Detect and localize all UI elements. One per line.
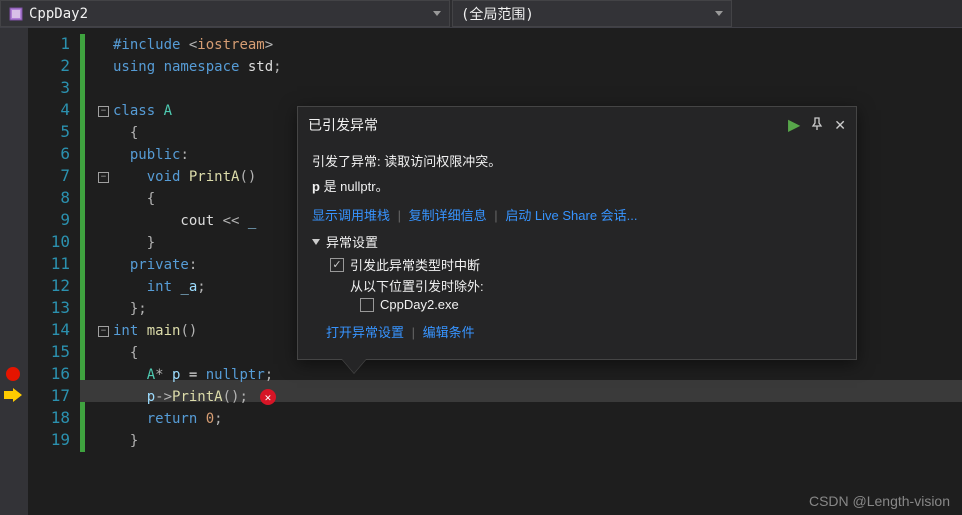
project-icon [9,7,23,21]
close-icon[interactable]: ✕ [834,117,846,134]
scope-label: (全局范围) [461,4,715,24]
project-name: CppDay2 [29,6,433,22]
line-number: 16 [28,364,80,386]
code-line[interactable]: using namespace std; [80,56,962,78]
line-number: 6 [28,144,80,166]
break-on-exception-checkbox[interactable] [330,258,344,272]
popup-pointer [342,359,366,373]
exception-popup: 已引发异常 ▶ ✕ 引发了异常: 读取访问权限冲突。 p 是 nullptr。 … [297,106,857,360]
line-number: 3 [28,78,80,100]
exception-message-2: p 是 nullptr。 [312,176,842,195]
line-number: 7 [28,166,80,188]
line-number: 1 [28,34,80,56]
link-callstack[interactable]: 显示调用堆栈 [312,208,390,223]
expand-icon [312,239,320,245]
error-icon[interactable]: ✕ [260,389,276,405]
link-liveshare[interactable]: 启动 Live Share 会话... [505,208,637,223]
code-line[interactable] [80,78,962,100]
popup-links: 显示调用堆栈 | 复制详细信息 | 启动 Live Share 会话... [312,205,842,224]
line-number: 10 [28,232,80,254]
line-number: 11 [28,254,80,276]
link-open-exception-settings[interactable]: 打开异常设置 [326,325,404,340]
outline-toggle[interactable]: − [98,326,109,337]
except-from-label: 从以下位置引发时除外: [350,276,842,295]
continue-icon[interactable]: ▶ [788,115,800,135]
except-module-checkbox[interactable] [360,298,374,312]
line-number-gutter: 12345678910111213141516171819 [28,28,80,515]
line-number: 14 [28,320,80,342]
exception-message-1: 引发了异常: 读取访问权限冲突。 [312,151,842,170]
line-number: 12 [28,276,80,298]
code-line[interactable]: } [80,430,962,452]
chevron-down-icon [433,11,441,16]
line-number: 5 [28,122,80,144]
line-number: 13 [28,298,80,320]
code-line[interactable]: #include <iostream> [80,34,962,56]
chevron-down-icon [715,11,723,16]
settings-label: 异常设置 [326,232,378,251]
top-bar: CppDay2 (全局范围) [0,0,962,28]
watermark: CSDN @Length-vision [809,493,950,509]
except-module-label: CppDay2.exe [380,297,459,312]
pin-icon[interactable] [810,117,824,134]
popup-title: 已引发异常 [308,115,788,135]
project-dropdown[interactable]: CppDay2 [0,0,450,27]
line-number: 17 [28,386,80,408]
outline-toggle[interactable]: − [98,106,109,117]
breakpoint-dot[interactable] [6,367,20,381]
scope-dropdown[interactable]: (全局范围) [452,0,732,27]
line-number: 18 [28,408,80,430]
line-number: 4 [28,100,80,122]
execution-arrow-icon [4,388,22,406]
line-number: 19 [28,430,80,452]
breakpoint-gutter[interactable] [0,28,28,515]
exception-settings-header[interactable]: 异常设置 [312,232,842,251]
line-number: 15 [28,342,80,364]
link-copy-details[interactable]: 复制详细信息 [409,208,487,223]
line-number: 8 [28,188,80,210]
break-on-exception-label: 引发此异常类型时中断 [350,255,480,274]
code-line[interactable]: return 0; [80,408,962,430]
line-number: 9 [28,210,80,232]
line-number: 2 [28,56,80,78]
link-edit-conditions[interactable]: 编辑条件 [423,325,475,340]
outline-toggle[interactable]: − [98,172,109,183]
